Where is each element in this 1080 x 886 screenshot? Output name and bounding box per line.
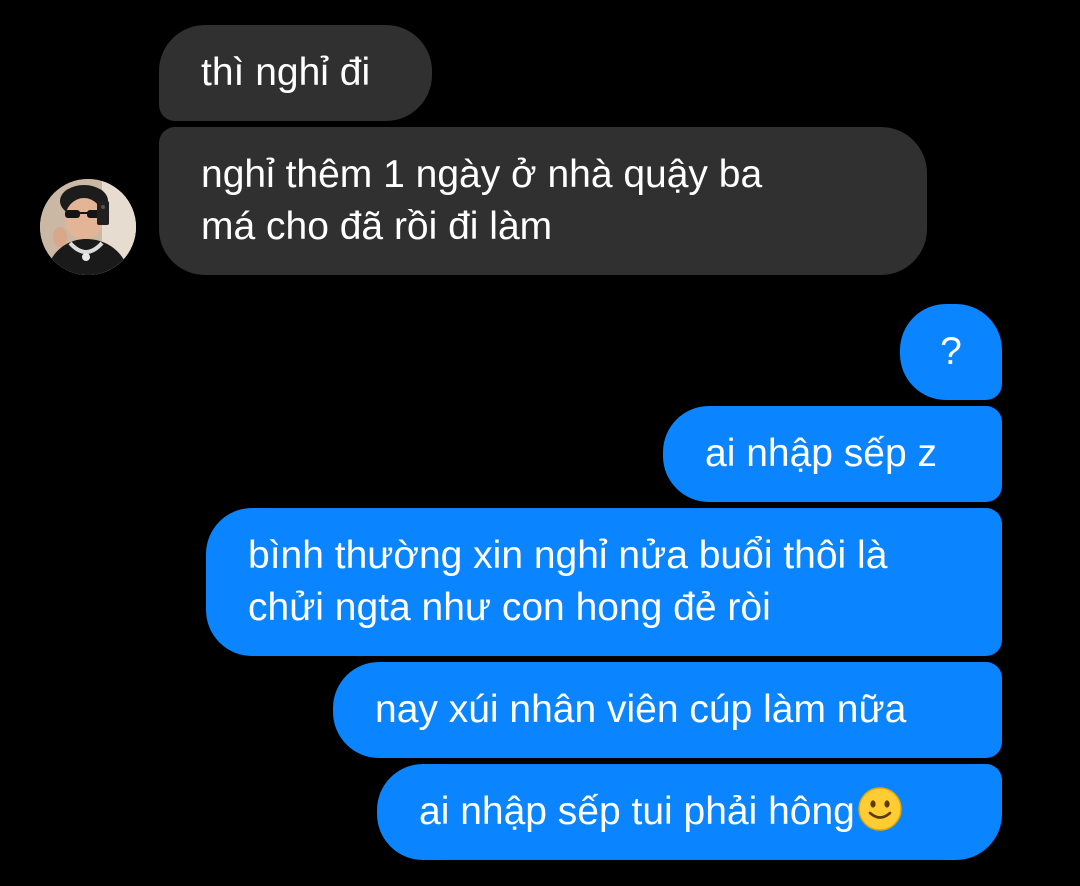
outgoing-message[interactable]: ai nhập sếp tui phải hông — [377, 764, 1002, 860]
outgoing-message[interactable]: ai nhập sếp z — [663, 406, 1002, 502]
outgoing-message[interactable]: nay xúi nhân viên cúp làm nữa — [333, 662, 1002, 758]
incoming-message[interactable]: nghỉ thêm 1 ngày ở nhà quậy ba má cho đã… — [159, 127, 927, 275]
message-text: thì nghỉ đi — [201, 51, 371, 94]
slightly-smiling-face-icon — [857, 786, 903, 832]
message-text-line: bình thường xin nghỉ nửa buổi thôi là — [248, 534, 888, 577]
message-text-line: nghỉ thêm 1 ngày ở nhà quậy ba — [201, 153, 763, 196]
message-text: ai nhập sếp z — [705, 432, 938, 475]
outgoing-message[interactable]: bình thường xin nghỉ nửa buổi thôi là ch… — [206, 508, 1002, 656]
message-text-line: chửi ngta như con hong đẻ ròi — [248, 586, 771, 629]
outgoing-message[interactable]: ? — [900, 304, 1002, 400]
message-text: nay xúi nhân viên cúp làm nữa — [375, 688, 907, 731]
message-text: ? — [940, 330, 962, 373]
avatar-image — [40, 179, 136, 275]
incoming-message[interactable]: thì nghỉ đi — [159, 25, 432, 121]
message-text: ai nhập sếp tui phải hông — [419, 790, 855, 833]
contact-avatar-icon[interactable] — [40, 179, 136, 275]
message-text-line: má cho đã rồi đi làm — [201, 205, 553, 248]
